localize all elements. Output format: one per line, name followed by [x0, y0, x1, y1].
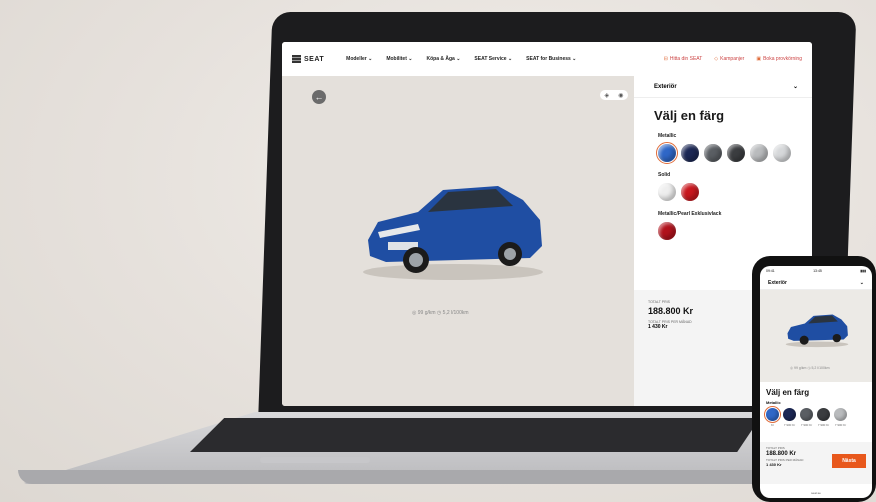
- exterior-view-icon[interactable]: ◈: [605, 92, 610, 99]
- status-center: 13:45: [813, 269, 822, 273]
- color-swatch[interactable]: [681, 144, 699, 162]
- phone-color-swatch[interactable]: [783, 408, 796, 421]
- car-stage: ← ◈ ◉ ◎ 99 g/km ◷ 5,2 l/100km: [282, 76, 634, 406]
- car-icon: ⊟: [663, 56, 668, 62]
- phone-swatches: [760, 406, 872, 423]
- nav-item-mobilitet[interactable]: Mobilitet ⌄: [386, 56, 412, 62]
- phone-next-button[interactable]: Nästa: [832, 454, 866, 468]
- phone-color-swatch[interactable]: [800, 408, 813, 421]
- laptop-keyboard: [190, 418, 760, 452]
- signal-icon: ▮▮▮: [860, 269, 866, 273]
- chevron-down-icon: ⌄: [792, 84, 798, 90]
- color-swatch[interactable]: [681, 183, 699, 201]
- group-label-solid: Solid: [658, 172, 671, 178]
- efficiency-info: ◎ 99 g/km ◷ 5,2 l/100km: [412, 310, 469, 316]
- phone-color-swatch[interactable]: [817, 408, 830, 421]
- status-bar: 09:41 13:45 ▮▮▮: [760, 266, 872, 276]
- laptop-base-front: [18, 470, 778, 484]
- swatches-solid: [634, 183, 812, 201]
- panel-title: Välj en färg: [654, 108, 725, 123]
- swatch-price: 7 900 Kr: [817, 423, 830, 427]
- color-swatch[interactable]: [727, 144, 745, 162]
- brand-name: SEAT: [304, 55, 325, 63]
- calendar-icon: ▣: [756, 56, 762, 62]
- seat-logo-icon: [292, 55, 301, 63]
- nav-item-kopa[interactable]: Köpa & Äga ⌄: [426, 56, 460, 62]
- swatches-pearl: [634, 222, 812, 240]
- group-label-pearl: Metallic/Pearl Exklusivlack: [658, 211, 722, 217]
- tag-icon: ◇: [714, 56, 719, 62]
- section-label: Exteriör: [654, 83, 677, 90]
- status-time: 09:41: [766, 269, 775, 273]
- color-swatch[interactable]: [658, 183, 676, 201]
- color-swatch[interactable]: [750, 144, 768, 162]
- interior-view-icon[interactable]: ◉: [618, 92, 623, 99]
- group-label-metallic: Metallic: [658, 133, 677, 139]
- phone-group-label: Metallic: [766, 400, 781, 405]
- nav-item-business[interactable]: SEAT for Business ⌄: [526, 56, 576, 62]
- color-swatch[interactable]: [658, 222, 676, 240]
- phone-title: Välj en färg: [766, 388, 810, 397]
- top-nav: SEAT Modeller ⌄ Mobilitet ⌄ Köpa & Äga ⌄…: [282, 42, 812, 76]
- nav-item-modeller[interactable]: Modeller ⌄: [346, 56, 372, 62]
- nav-right: ⊟ Hitta din SEAT ◇ Kampanjer ▣ Boka provkör…: [664, 56, 802, 62]
- section-dropdown[interactable]: Exteriör ⌄: [634, 76, 812, 98]
- swatch-price: 7 900 Kr: [783, 423, 796, 427]
- chevron-down-icon: ⌄: [859, 279, 864, 286]
- phone-color-swatch[interactable]: [764, 406, 781, 423]
- phone-screen: 09:41 13:45 ▮▮▮ Exteriör ⌄ ◎ 99 g/km ◷ 5…: [760, 266, 872, 498]
- swatch-price: 7 900 Kr: [834, 423, 847, 427]
- back-button[interactable]: ←: [312, 90, 326, 104]
- color-swatch[interactable]: [704, 144, 722, 162]
- swatch-price: 7 900 Kr: [800, 423, 813, 427]
- phone-price-box: TOTALT PRIS 188.800 Kr TOTALT PRIS PER M…: [760, 442, 872, 484]
- swatches-metallic: [634, 142, 812, 164]
- color-swatch[interactable]: [773, 144, 791, 162]
- phone-section-dropdown[interactable]: Exteriör ⌄: [760, 276, 872, 290]
- phone-section-label: Exteriör: [768, 279, 787, 286]
- phone-car-image[interactable]: [784, 306, 850, 348]
- color-swatch[interactable]: [656, 142, 678, 164]
- phone-url: seat.se: [811, 491, 821, 495]
- phone-swatch-prices: Kr 7 900 Kr 7 900 Kr 7 900 Kr 7 900 Kr: [760, 423, 872, 427]
- campaigns-link[interactable]: ◇ Kampanjer: [714, 56, 744, 62]
- test-drive-link[interactable]: ▣ Boka provkörning: [756, 56, 802, 62]
- arrow-left-icon: ←: [314, 92, 324, 102]
- view-toggle[interactable]: ◈ ◉: [600, 90, 628, 100]
- find-seat-link[interactable]: ⊟ Hitta din SEAT: [664, 56, 703, 62]
- phone-car-stage: ◎ 99 g/km ◷ 5,2 l/100km: [760, 290, 872, 382]
- phone-efficiency-info: ◎ 99 g/km ◷ 5,2 l/100km: [790, 366, 830, 370]
- swatch-price: Kr: [771, 423, 774, 427]
- phone-price-label: TOTALT PRIS: [766, 446, 785, 450]
- phone-color-swatch[interactable]: [834, 408, 847, 421]
- nav-item-service[interactable]: SEAT Service ⌄: [474, 56, 512, 62]
- laptop-screen: SEAT Modeller ⌄ Mobilitet ⌄ Köpa & Äga ⌄…: [282, 42, 812, 406]
- seat-logo[interactable]: SEAT: [292, 55, 324, 63]
- laptop-notch: [260, 457, 370, 463]
- car-image[interactable]: [358, 162, 548, 282]
